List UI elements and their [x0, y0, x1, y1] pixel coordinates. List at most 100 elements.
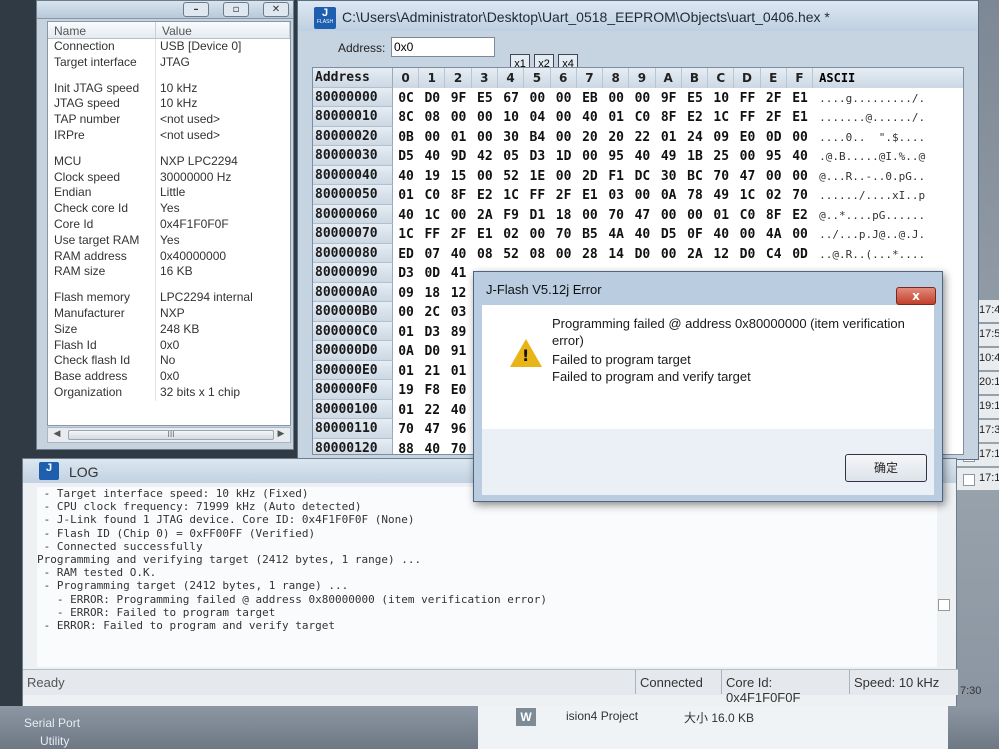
desktop-file-time[interactable]: 17:1: [955, 468, 999, 490]
scroll-thumb[interactable]: III: [68, 430, 274, 440]
hex-byte[interactable]: 1C: [734, 185, 760, 205]
ok-button[interactable]: 确定: [845, 454, 927, 482]
hex-byte[interactable]: 2A: [682, 244, 708, 264]
hex-byte[interactable]: F1: [603, 166, 629, 186]
hex-byte[interactable]: 47: [734, 166, 760, 186]
property-row[interactable]: Check flash Id No: [48, 353, 290, 370]
hex-byte[interactable]: 10: [708, 88, 734, 108]
hex-byte[interactable]: D0: [629, 244, 655, 264]
hex-byte[interactable]: 0B: [393, 127, 419, 147]
hex-byte[interactable]: 01: [445, 361, 471, 381]
hex-byte[interactable]: C4: [761, 244, 787, 264]
scroll-right-icon[interactable]: ▶: [274, 429, 288, 441]
hex-byte[interactable]: 00: [419, 127, 445, 147]
hex-byte[interactable]: 00: [472, 107, 498, 127]
dialog-close-button[interactable]: x: [896, 287, 936, 305]
hex-byte[interactable]: E5: [472, 88, 498, 108]
hex-byte[interactable]: 00: [551, 244, 577, 264]
hex-byte[interactable]: 12: [445, 283, 471, 303]
hex-byte[interactable]: 01: [603, 107, 629, 127]
property-row[interactable]: [48, 143, 290, 154]
column-header-name[interactable]: Name: [48, 22, 156, 38]
hex-byte[interactable]: FF: [734, 107, 760, 127]
hex-byte[interactable]: D0: [419, 88, 445, 108]
hex-byte[interactable]: B4: [524, 127, 550, 147]
hex-byte[interactable]: 89: [445, 322, 471, 342]
property-row[interactable]: Manufacturer NXP: [48, 305, 290, 322]
hex-byte[interactable]: 95: [603, 146, 629, 166]
hex-byte[interactable]: 01: [708, 205, 734, 225]
hex-byte[interactable]: 00: [524, 224, 550, 244]
hex-byte[interactable]: 22: [419, 400, 445, 420]
hex-byte[interactable]: 00: [551, 107, 577, 127]
hex-byte[interactable]: D3: [524, 146, 550, 166]
hex-byte[interactable]: E5: [682, 88, 708, 108]
log-scroll-box[interactable]: [938, 599, 950, 611]
hex-byte[interactable]: 40: [577, 107, 603, 127]
hex-byte[interactable]: D3: [419, 322, 445, 342]
hex-byte[interactable]: 15: [445, 166, 471, 186]
hex-byte[interactable]: 00: [393, 302, 419, 322]
hex-byte[interactable]: D1: [524, 205, 550, 225]
property-row[interactable]: [48, 280, 290, 291]
hex-row[interactable]: 80000070 1C FF 2F E1 02 00 70 B5 4A 40 D5 0F 40 00 4A 00…: [313, 224, 963, 244]
hex-byte[interactable]: 96: [445, 419, 471, 439]
hex-byte[interactable]: 02: [498, 224, 524, 244]
hex-byte[interactable]: D5: [393, 146, 419, 166]
hex-byte[interactable]: 00: [603, 88, 629, 108]
hex-byte[interactable]: 01: [445, 127, 471, 147]
property-row[interactable]: [48, 70, 290, 81]
hex-byte[interactable]: 00: [551, 88, 577, 108]
address-input[interactable]: [391, 37, 495, 57]
hex-byte[interactable]: 0D: [761, 127, 787, 147]
hex-byte[interactable]: 1C: [419, 205, 445, 225]
hex-byte[interactable]: 40: [445, 244, 471, 264]
hex-byte[interactable]: 05: [498, 146, 524, 166]
hex-byte[interactable]: 00: [787, 127, 813, 147]
hex-row[interactable]: 80000080 ED 07 40 08 52 08 00 28 14 D0 00 2A 12 D0 C4 0D…: [313, 243, 963, 264]
hex-byte[interactable]: D3: [393, 263, 419, 283]
hex-byte[interactable]: 01: [393, 361, 419, 381]
hex-byte[interactable]: 2F: [445, 224, 471, 244]
hex-byte[interactable]: 2D: [577, 166, 603, 186]
hex-row[interactable]: 80000060 40 1C 00 2A F9 D1 18 00 70 47 00 00 01 C0 8F E2…: [313, 204, 963, 225]
hex-byte[interactable]: 00: [629, 88, 655, 108]
hex-byte[interactable]: 00: [787, 166, 813, 186]
hex-byte[interactable]: 70: [551, 224, 577, 244]
scroll-left-icon[interactable]: ◀: [50, 429, 64, 441]
hex-byte[interactable]: 40: [419, 146, 445, 166]
hex-byte[interactable]: 42: [472, 146, 498, 166]
property-row[interactable]: JTAG speed 10 kHz: [48, 96, 290, 113]
maximize-button[interactable]: ▫: [223, 2, 249, 17]
hex-byte[interactable]: 70: [787, 185, 813, 205]
hex-byte[interactable]: C0: [419, 185, 445, 205]
hex-byte[interactable]: 18: [551, 205, 577, 225]
hex-row[interactable]: 80000000 0C D0 9F E5 67 00 00 EB 00 00 9F E5 10 FF 2F E1…: [313, 87, 963, 108]
hex-byte[interactable]: FF: [734, 88, 760, 108]
hex-byte[interactable]: C0: [629, 107, 655, 127]
hex-byte[interactable]: 01: [393, 185, 419, 205]
hex-byte[interactable]: 1D: [551, 146, 577, 166]
hex-byte[interactable]: 0D: [419, 263, 445, 283]
hex-byte[interactable]: 1C: [393, 224, 419, 244]
hex-byte[interactable]: E0: [734, 127, 760, 147]
hex-byte[interactable]: 1C: [498, 185, 524, 205]
hex-byte[interactable]: 08: [524, 244, 550, 264]
hex-byte[interactable]: 40: [629, 224, 655, 244]
hex-byte[interactable]: E1: [787, 107, 813, 127]
property-row[interactable]: Flash memory LPC2294 internal: [48, 290, 290, 306]
hex-byte[interactable]: D5: [656, 224, 682, 244]
property-row[interactable]: Clock speed 30000000 Hz: [48, 169, 290, 186]
hex-row[interactable]: 80000030 D5 40 9D 42 05 D3 1D 00 95 40 49 1B 25 00 95 40…: [313, 146, 963, 166]
hex-byte[interactable]: 70: [393, 419, 419, 439]
hex-byte[interactable]: 00: [445, 107, 471, 127]
hex-byte[interactable]: 40: [419, 439, 445, 455]
hex-byte[interactable]: 91: [445, 341, 471, 361]
hex-byte[interactable]: 1C: [708, 107, 734, 127]
hex-byte[interactable]: C0: [734, 205, 760, 225]
hex-byte[interactable]: 9F: [656, 88, 682, 108]
hex-byte[interactable]: DC: [629, 166, 655, 186]
hex-byte[interactable]: E0: [445, 380, 471, 400]
hex-byte[interactable]: 00: [472, 127, 498, 147]
property-row[interactable]: Endian Little: [48, 185, 290, 202]
